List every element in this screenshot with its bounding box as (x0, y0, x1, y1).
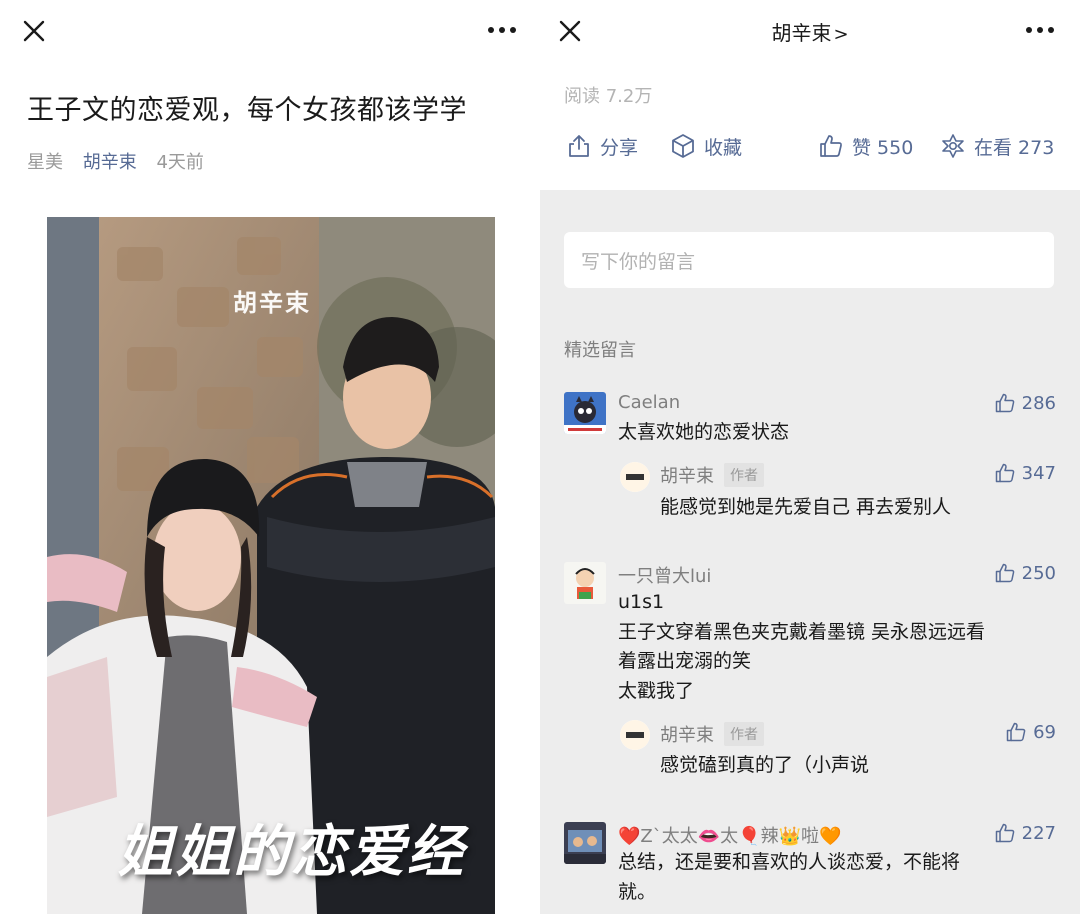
comment-like-count: 227 (1021, 822, 1056, 844)
thumbs-up-icon (995, 393, 1014, 413)
reply-like-button[interactable]: 69 (1005, 721, 1056, 743)
article-meta: 星美 胡辛束 4天前 (27, 148, 218, 174)
comment-line: u1s1 (618, 591, 665, 613)
comment-text: 总结，还是要和喜欢的人谈恋爱，不能将 就。 (618, 848, 1048, 907)
author-avatar[interactable] (620, 720, 650, 750)
comments-section: 写下你的留言 精选留言 Caelan 286 太喜欢她的恋爱状态 胡辛束 作者 … (540, 190, 1080, 914)
article-source: 星美 (27, 152, 63, 173)
article-footer: 胡辛束 > 阅读 7.2万 分享 收藏 赞 550 在看 273 (540, 0, 1080, 190)
cover-image[interactable]: 胡辛束 姐姐的恋爱经 (47, 217, 495, 914)
avatar[interactable] (564, 822, 606, 864)
comment-line: 太戳我了 (618, 679, 695, 702)
comment-nickname[interactable]: Caelan (618, 392, 680, 413)
reply-like-count: 69 (1033, 721, 1056, 743)
reply-like-button[interactable]: 347 (994, 462, 1056, 484)
featured-comments-title: 精选留言 (564, 340, 636, 361)
article-title: 王子文的恋爱观，每个女孩都该学学 (27, 95, 467, 126)
article-panel: 王子文的恋爱观，每个女孩都该学学 星美 胡辛束 4天前 胡辛束 姐姐的恋爱经 (0, 0, 540, 914)
reply-like-count: 347 (1021, 462, 1056, 484)
comment-input[interactable]: 写下你的留言 (564, 232, 1054, 288)
like-button[interactable]: 赞 550 (818, 130, 913, 162)
read-count: 阅读 7.2万 (564, 86, 653, 107)
thumbs-up-icon (1006, 722, 1026, 742)
comment-line: 总结，还是要和喜欢的人谈恋爱，不能将 (618, 851, 961, 873)
comment-nickname[interactable]: 一只曾大lui (618, 562, 711, 588)
share-icon (569, 135, 589, 157)
more-options-icon[interactable] (1024, 24, 1056, 36)
comment-line: 着露出宠溺的笑 (618, 650, 752, 672)
share-label: 分享 (600, 136, 639, 159)
close-icon[interactable] (20, 17, 48, 45)
reply-author-name[interactable]: 胡辛束 (660, 462, 714, 488)
comment-like-count: 250 (1021, 562, 1056, 584)
share-button[interactable]: 分享 (566, 130, 638, 162)
favorite-label: 收藏 (704, 136, 743, 159)
comment-like-count: 286 (1021, 392, 1056, 414)
cover-caption: 姐姐的恋爱经 (117, 820, 465, 885)
comment-text: u1s1 王子文穿着黑色夹克戴着墨镜 吴永恩远远看 着露出宠溺的笑 太戳我了 (618, 588, 1048, 706)
avatar[interactable] (564, 562, 606, 604)
favorite-button[interactable]: 收藏 (670, 130, 742, 162)
article-time: 4天前 (156, 152, 204, 173)
watching-label: 在看 273 (974, 136, 1055, 159)
author-tag: 作者 (724, 463, 764, 487)
reply-author-name[interactable]: 胡辛束 (660, 721, 714, 747)
thumbs-up-icon (820, 135, 842, 157)
comment-line: 王子文穿着黑色夹克戴着墨镜 吴永恩远远看 (618, 620, 986, 643)
comment-like-button[interactable]: 250 (994, 562, 1056, 584)
author-tag: 作者 (724, 722, 764, 746)
comment-line: 就。 (618, 880, 657, 903)
reply-nickname: 胡辛束 作者 (660, 721, 764, 747)
chevron-right-icon: > (833, 24, 849, 45)
watching-button[interactable]: 在看 273 (940, 130, 1054, 162)
more-options-icon[interactable] (486, 24, 518, 36)
account-name: 胡辛束 (771, 21, 832, 45)
cover-watermark: 胡辛束 (233, 289, 311, 317)
reply-text: 感觉磕到真的了（小声说 (660, 754, 870, 776)
comments-panel: 胡辛束 > 阅读 7.2万 分享 收藏 赞 550 在看 273 写下你的留言 … (540, 0, 1080, 914)
comment-like-button[interactable]: 286 (994, 392, 1056, 414)
thumbs-up-icon (995, 823, 1014, 843)
comment-like-button[interactable]: 227 (994, 822, 1056, 844)
cube-favorite-icon (672, 134, 694, 158)
like-label: 赞 550 (852, 136, 914, 159)
action-bar: 分享 收藏 赞 550 在看 273 (540, 130, 1080, 162)
reply-text: 能感觉到她是先爱自己 再去爱别人 (660, 496, 952, 518)
thumbs-up-icon (995, 563, 1014, 583)
avatar[interactable] (564, 392, 606, 434)
comment-nickname[interactable]: ❤️Z`太太👄太🎈辣👑啦🧡 (618, 822, 841, 848)
watching-flower-icon (942, 134, 964, 158)
comment-text: 太喜欢她的恋爱状态 (618, 421, 790, 443)
author-avatar[interactable] (620, 462, 650, 492)
thumbs-up-icon (995, 463, 1014, 483)
reply-nickname: 胡辛束 作者 (660, 462, 764, 488)
article-author-link[interactable]: 胡辛束 (83, 152, 137, 173)
account-name-link[interactable]: 胡辛束 > (540, 17, 1080, 46)
